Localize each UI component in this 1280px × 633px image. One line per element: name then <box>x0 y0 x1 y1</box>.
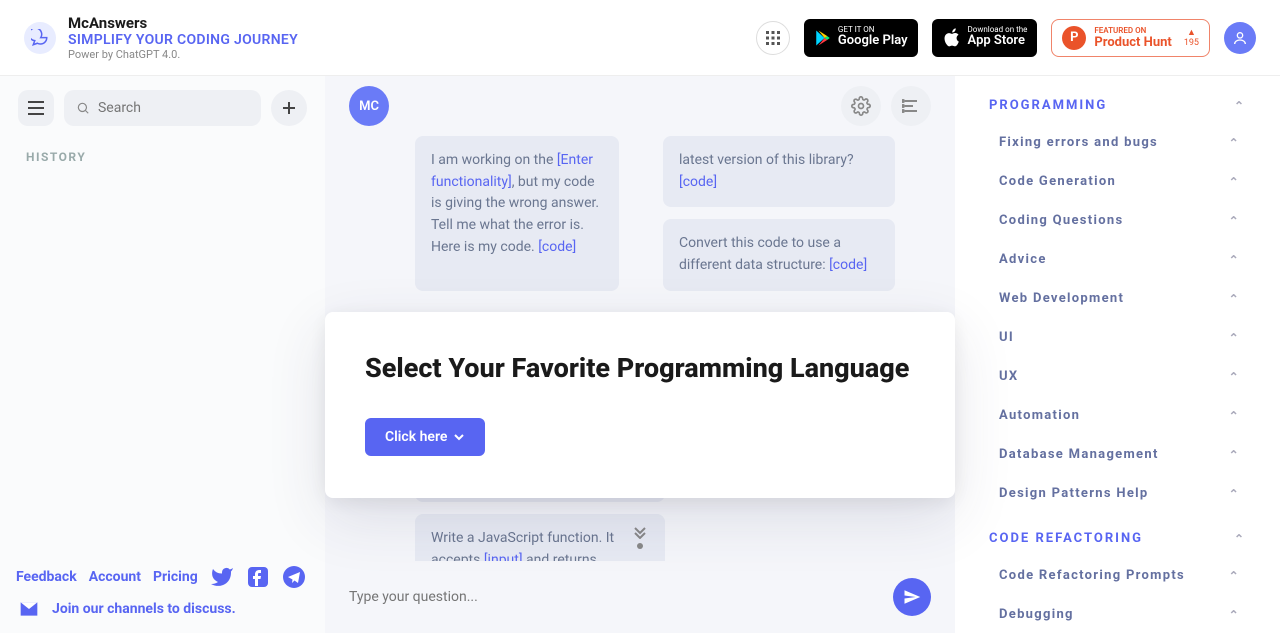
header: McAnswers SIMPLIFY YOUR CODING JOURNEY P… <box>0 0 1280 76</box>
app-store-badge[interactable]: Download on theApp Store <box>932 19 1038 57</box>
apps-grid-button[interactable] <box>756 21 790 55</box>
panel-item[interactable]: Advice⌃ <box>955 240 1280 279</box>
search-icon <box>76 100 90 116</box>
prompt-card[interactable]: Write a JavaScript function. It accepts … <box>415 514 665 561</box>
feedback-link[interactable]: Feedback <box>16 569 77 585</box>
brand-name: McAnswers <box>68 14 298 32</box>
new-chat-button[interactable] <box>271 90 307 126</box>
send-icon <box>903 588 921 606</box>
join-channels-link[interactable]: Join our channels to discuss. <box>16 599 309 619</box>
google-play-badge[interactable]: GET IT ONGoogle Play <box>804 19 918 57</box>
chevron-up-icon: ⌃ <box>1229 487 1240 501</box>
join-text: Join our channels to discuss. <box>52 601 236 617</box>
chevron-down-icon <box>453 431 465 443</box>
ph-big-text: Product Hunt <box>1094 35 1171 50</box>
prompt-card[interactable]: latest version of this library? [code] <box>663 136 895 207</box>
google-big-text: Google Play <box>838 34 908 48</box>
chevron-up-icon: ⌃ <box>1229 136 1240 150</box>
apple-big-text: App Store <box>968 34 1028 48</box>
panel-item[interactable]: Code Generation⌃ <box>955 162 1280 201</box>
mail-icon <box>16 599 42 619</box>
chevron-up-icon: ⌃ <box>1229 409 1240 423</box>
chevron-up-icon: ⌃ <box>1229 175 1240 189</box>
product-hunt-badge[interactable]: P FEATURED ONProduct Hunt ▲195 <box>1051 19 1210 57</box>
panel-item[interactable]: Automation⌃ <box>955 396 1280 435</box>
section-programming[interactable]: PROGRAMMING⌃ <box>955 88 1280 123</box>
right-panel: PROGRAMMING⌃ Fixing errors and bugs⌃Code… <box>955 76 1280 633</box>
pricing-link[interactable]: Pricing <box>153 569 198 585</box>
search-field[interactable] <box>64 90 261 126</box>
chevron-up-icon: ⌃ <box>1229 292 1240 306</box>
panel-item[interactable]: Database Management⌃ <box>955 435 1280 474</box>
chevron-up-icon: ⌃ <box>1229 608 1240 622</box>
ph-vote-count: 195 <box>1184 38 1199 48</box>
section-code-refactoring[interactable]: CODE REFACTORING⌃ <box>955 521 1280 556</box>
ph-small-text: FEATURED ON <box>1094 26 1171 35</box>
logo-icon <box>24 22 56 54</box>
account-link[interactable]: Account <box>89 569 141 585</box>
chevron-up-icon: ⌃ <box>1229 370 1240 384</box>
facebook-icon[interactable] <box>246 565 270 589</box>
panel-item[interactable]: Debugging⌃ <box>955 595 1280 633</box>
left-sidebar: HISTORY Feedback Account Pricing Join ou… <box>0 76 325 633</box>
panel-item[interactable]: UI⌃ <box>955 318 1280 357</box>
brand-tagline: SIMPLIFY YOUR CODING JOURNEY <box>68 32 298 48</box>
scroll-down-indicator[interactable] <box>633 525 647 549</box>
twitter-icon[interactable] <box>210 565 234 589</box>
chevron-up-icon: ⌃ <box>1234 99 1246 113</box>
chevron-up-icon: ⌃ <box>1229 214 1240 228</box>
panel-item[interactable]: Fixing errors and bugs⌃ <box>955 123 1280 162</box>
chat-area: MC I am working on the [Enter functional… <box>325 76 955 633</box>
prompt-card[interactable]: Convert this code to use a different dat… <box>663 219 895 290</box>
language-modal: Select Your Favorite Programming Languag… <box>325 312 955 498</box>
prompt-card[interactable]: I am working on the [Enter functionality… <box>415 136 619 291</box>
chevron-up-icon: ⌃ <box>1229 331 1240 345</box>
modal-button-label: Click here <box>385 429 447 445</box>
caret-up-icon: ▲ <box>1187 27 1196 38</box>
chat-avatar: MC <box>349 86 389 126</box>
modal-title: Select Your Favorite Programming Languag… <box>365 352 915 384</box>
chevron-up-icon: ⌃ <box>1229 448 1240 462</box>
modal-click-here-button[interactable]: Click here <box>365 418 485 456</box>
settings-button[interactable] <box>841 86 881 126</box>
menu-button[interactable] <box>18 90 54 126</box>
chevron-up-icon: ⌃ <box>1234 532 1246 546</box>
chevron-up-icon: ⌃ <box>1229 253 1240 267</box>
panel-item[interactable]: Code Refactoring Prompts⌃ <box>955 556 1280 595</box>
search-input[interactable] <box>98 100 249 116</box>
send-button[interactable] <box>893 578 931 616</box>
chevron-up-icon: ⌃ <box>1229 569 1240 583</box>
panel-item[interactable]: UX⌃ <box>955 357 1280 396</box>
panel-item[interactable]: Coding Questions⌃ <box>955 201 1280 240</box>
chat-input[interactable] <box>349 577 879 617</box>
chevrons-down-icon <box>633 525 647 539</box>
panel-toggle-button[interactable] <box>891 86 931 126</box>
brand-subtitle: Power by ChatGPT 4.0. <box>68 48 298 61</box>
panel-item[interactable]: Web Development⌃ <box>955 279 1280 318</box>
panel-item[interactable]: Design Patterns Help⌃ <box>955 474 1280 513</box>
brand[interactable]: McAnswers SIMPLIFY YOUR CODING JOURNEY P… <box>24 14 298 61</box>
user-avatar-button[interactable] <box>1224 22 1256 54</box>
ph-icon: P <box>1062 26 1086 50</box>
telegram-icon[interactable] <box>282 565 306 589</box>
history-heading: HISTORY <box>0 140 325 174</box>
